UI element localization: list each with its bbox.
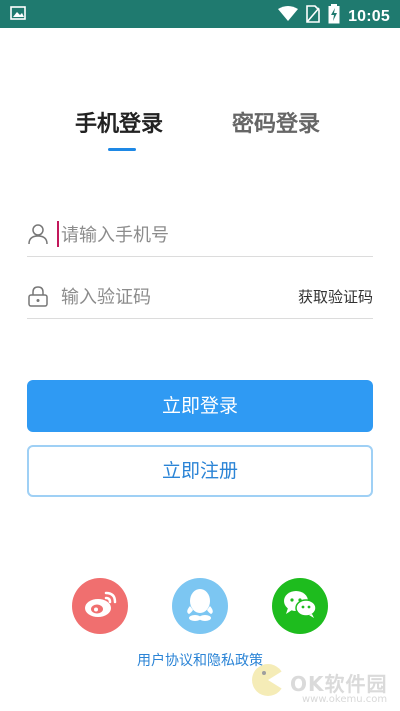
no-sim-icon [306,5,320,28]
login-tabs: 手机登录 密码登录 [0,110,400,156]
get-code-button[interactable]: 获取验证码 [298,286,373,307]
status-bar: 10:05 [0,0,400,28]
qq-login-button[interactable] [172,578,228,634]
login-button[interactable]: 立即登录 [27,380,373,432]
watermark: OK软件园 www.okemu.com [210,662,390,706]
watermark-text: OK软件园 [290,672,388,696]
social-login [0,578,400,638]
qq-icon [185,586,215,626]
active-tab-indicator [108,148,136,151]
register-button[interactable]: 立即注册 [27,445,373,497]
weibo-icon [82,589,118,623]
verification-code-field: 获取验证码 [27,274,373,319]
battery-charging-icon [328,4,340,29]
status-time: 10:05 [348,7,390,25]
verification-code-input[interactable] [59,280,283,314]
image-icon [10,6,26,25]
watermark-logo-icon [250,662,288,698]
wifi-icon [278,6,299,27]
wechat-login-button[interactable] [272,578,328,634]
user-icon [27,223,49,245]
wechat-icon [282,589,318,623]
tab-phone-login[interactable]: 手机登录 [75,110,163,140]
watermark-url: www.okemu.com [302,694,388,705]
tab-password-login[interactable]: 密码登录 [232,110,320,140]
weibo-login-button[interactable] [72,578,128,634]
lock-icon [27,285,49,307]
phone-field [27,212,373,257]
phone-input[interactable] [59,218,313,252]
